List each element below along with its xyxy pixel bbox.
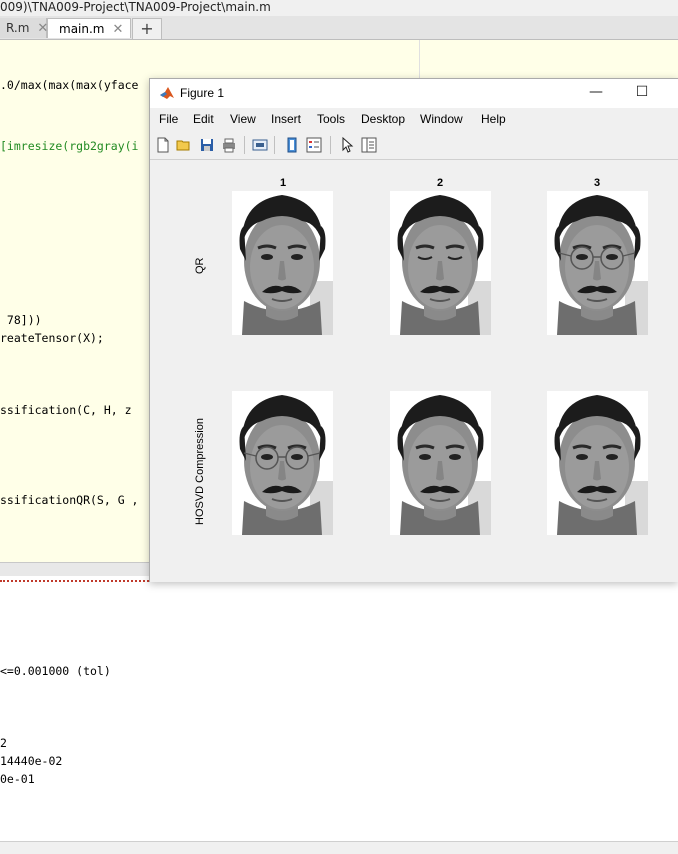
save-icon[interactable] xyxy=(198,136,216,154)
figure-toolbar xyxy=(150,132,678,160)
figure-window[interactable]: Figure 1 — ☐ File Edit View Insert Tools… xyxy=(149,78,678,582)
print-preview-icon[interactable] xyxy=(251,136,269,154)
command-output-line: 2 xyxy=(0,736,7,750)
code-line[interactable]: [imresize(rgb2gray(i xyxy=(0,139,138,153)
print-icon[interactable] xyxy=(220,136,238,154)
menu-view[interactable]: View xyxy=(230,112,256,126)
tab-label: main.m xyxy=(59,22,105,36)
figure-title: Figure 1 xyxy=(180,86,225,100)
tab-main-m[interactable]: main.m ✕ xyxy=(47,18,131,38)
face-image xyxy=(547,191,648,335)
tab-r-m[interactable]: R.m ✕ xyxy=(0,18,48,38)
menu-insert[interactable]: Insert xyxy=(271,112,301,126)
code-line[interactable]: ssification(C, H, z xyxy=(0,403,132,417)
menu-tools[interactable]: Tools xyxy=(317,112,345,126)
figure-title-bar[interactable]: Figure 1 — ☐ xyxy=(150,79,678,108)
command-output-line: <=0.001000 (tol) xyxy=(0,664,111,678)
add-tab-button[interactable]: + xyxy=(132,18,162,40)
matlab-logo-icon xyxy=(160,87,174,99)
face-image xyxy=(390,391,491,535)
minimize-button[interactable]: — xyxy=(573,79,619,108)
face-image xyxy=(547,391,648,535)
face-image xyxy=(232,391,333,535)
plus-icon: + xyxy=(140,19,154,38)
maximize-button[interactable]: ☐ xyxy=(619,79,665,108)
property-inspector-icon[interactable] xyxy=(360,136,378,154)
code-line[interactable]: .0/max(max(max(yface xyxy=(0,78,138,92)
new-file-icon[interactable] xyxy=(154,136,172,154)
menu-help[interactable]: Help xyxy=(481,112,506,126)
code-line[interactable]: ssificationQR(S, G , xyxy=(0,493,138,507)
toolbar-separator xyxy=(244,136,245,154)
menu-edit[interactable]: Edit xyxy=(193,112,214,126)
pointer-icon[interactable] xyxy=(338,136,356,154)
toolbar-separator xyxy=(330,136,331,154)
close-icon[interactable]: ✕ xyxy=(113,22,124,37)
face-image xyxy=(390,191,491,335)
open-folder-icon[interactable] xyxy=(175,136,193,154)
command-window[interactable]: <=0.001000 (tol) 2 14440e-02 0e-01 xyxy=(0,576,678,841)
face-image xyxy=(232,191,333,335)
command-window-cut-line xyxy=(0,580,160,587)
subplot-title-1: 1 xyxy=(280,177,287,189)
toolbar-separator xyxy=(274,136,275,154)
minimize-icon: — xyxy=(589,84,603,100)
tab-label: R.m xyxy=(6,21,30,35)
menu-desktop[interactable]: Desktop xyxy=(361,112,405,126)
maximize-icon: ☐ xyxy=(635,84,649,100)
legend-icon[interactable] xyxy=(305,136,323,154)
command-output-line: 0e-01 xyxy=(0,772,35,786)
code-line[interactable]: 78])) xyxy=(0,313,42,327)
file-path: 009)\TNA009-Project\TNA009-Project\main.… xyxy=(0,0,271,14)
figure-menu-bar: File Edit View Insert Tools Desktop Wind… xyxy=(150,108,678,132)
subplot-title-2: 2 xyxy=(437,177,444,189)
row-label-hosvd: HOSVD Compression xyxy=(194,418,206,525)
link-icon[interactable] xyxy=(283,136,301,154)
code-line[interactable]: reateTensor(X); xyxy=(0,331,104,345)
editor-title-bar: 009)\TNA009-Project\TNA009-Project\main.… xyxy=(0,0,678,16)
menu-file[interactable]: File xyxy=(159,112,178,126)
menu-window[interactable]: Window xyxy=(420,112,463,126)
figure-canvas[interactable]: 1 2 3 QR HOSVD Compression xyxy=(150,160,678,582)
row-label-qr: QR xyxy=(194,257,206,275)
status-bar xyxy=(0,841,678,854)
editor-tab-bar: R.m ✕ main.m ✕ + xyxy=(0,16,678,40)
subplot-title-3: 3 xyxy=(594,177,601,189)
command-output-line: 14440e-02 xyxy=(0,754,63,768)
